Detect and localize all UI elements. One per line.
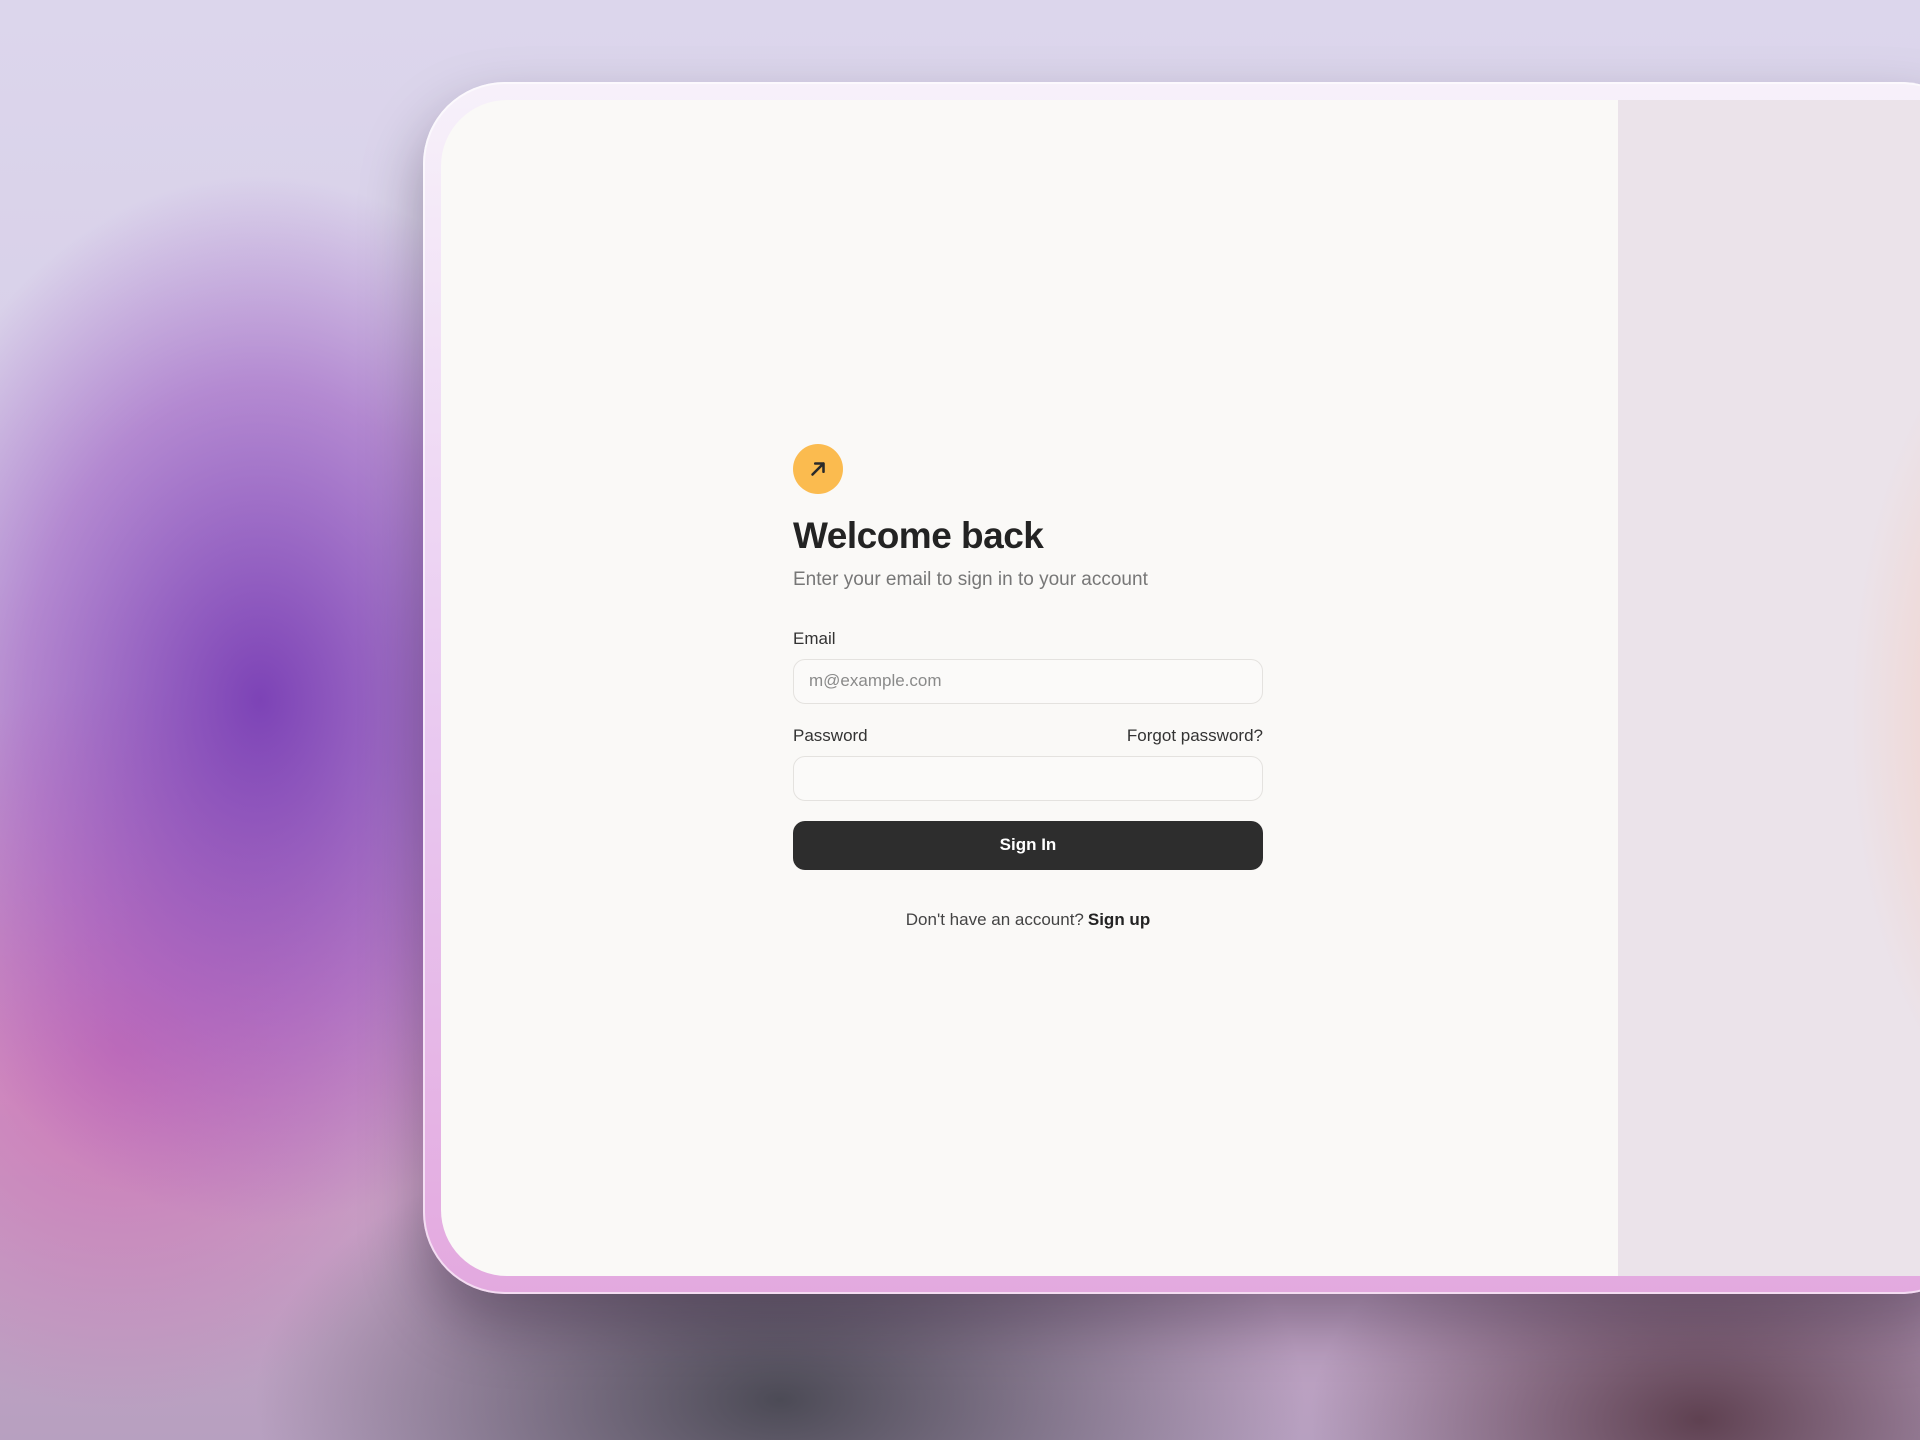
page-subtitle: Enter your email to sign in to your acco… <box>793 568 1148 590</box>
sign-in-button[interactable]: Sign In <box>793 820 1263 870</box>
password-label-row: Password Forgot password? <box>793 726 1263 746</box>
email-group: Email <box>793 629 1263 704</box>
app-screen: Welcome back Enter your email to sign in… <box>441 100 1920 1276</box>
forgot-password-link[interactable]: Forgot password? <box>1127 726 1263 746</box>
device-frame: Welcome back Enter your email to sign in… <box>423 82 1920 1294</box>
login-form: Welcome back Enter your email to sign in… <box>793 444 1263 930</box>
email-label: Email <box>793 628 836 648</box>
logo <box>793 444 843 494</box>
password-label: Password <box>793 725 868 745</box>
decorative-panel <box>1618 100 1920 1276</box>
sign-up-link[interactable]: Sign up <box>1088 910 1150 929</box>
password-field[interactable] <box>793 755 1263 801</box>
signup-prompt: Don't have an account? <box>905 909 1084 929</box>
email-field[interactable] <box>793 658 1263 704</box>
arrow-up-right-icon <box>811 462 825 476</box>
signup-row: Don't have an account? Sign up <box>793 910 1263 930</box>
page-title: Welcome back <box>793 515 1044 556</box>
